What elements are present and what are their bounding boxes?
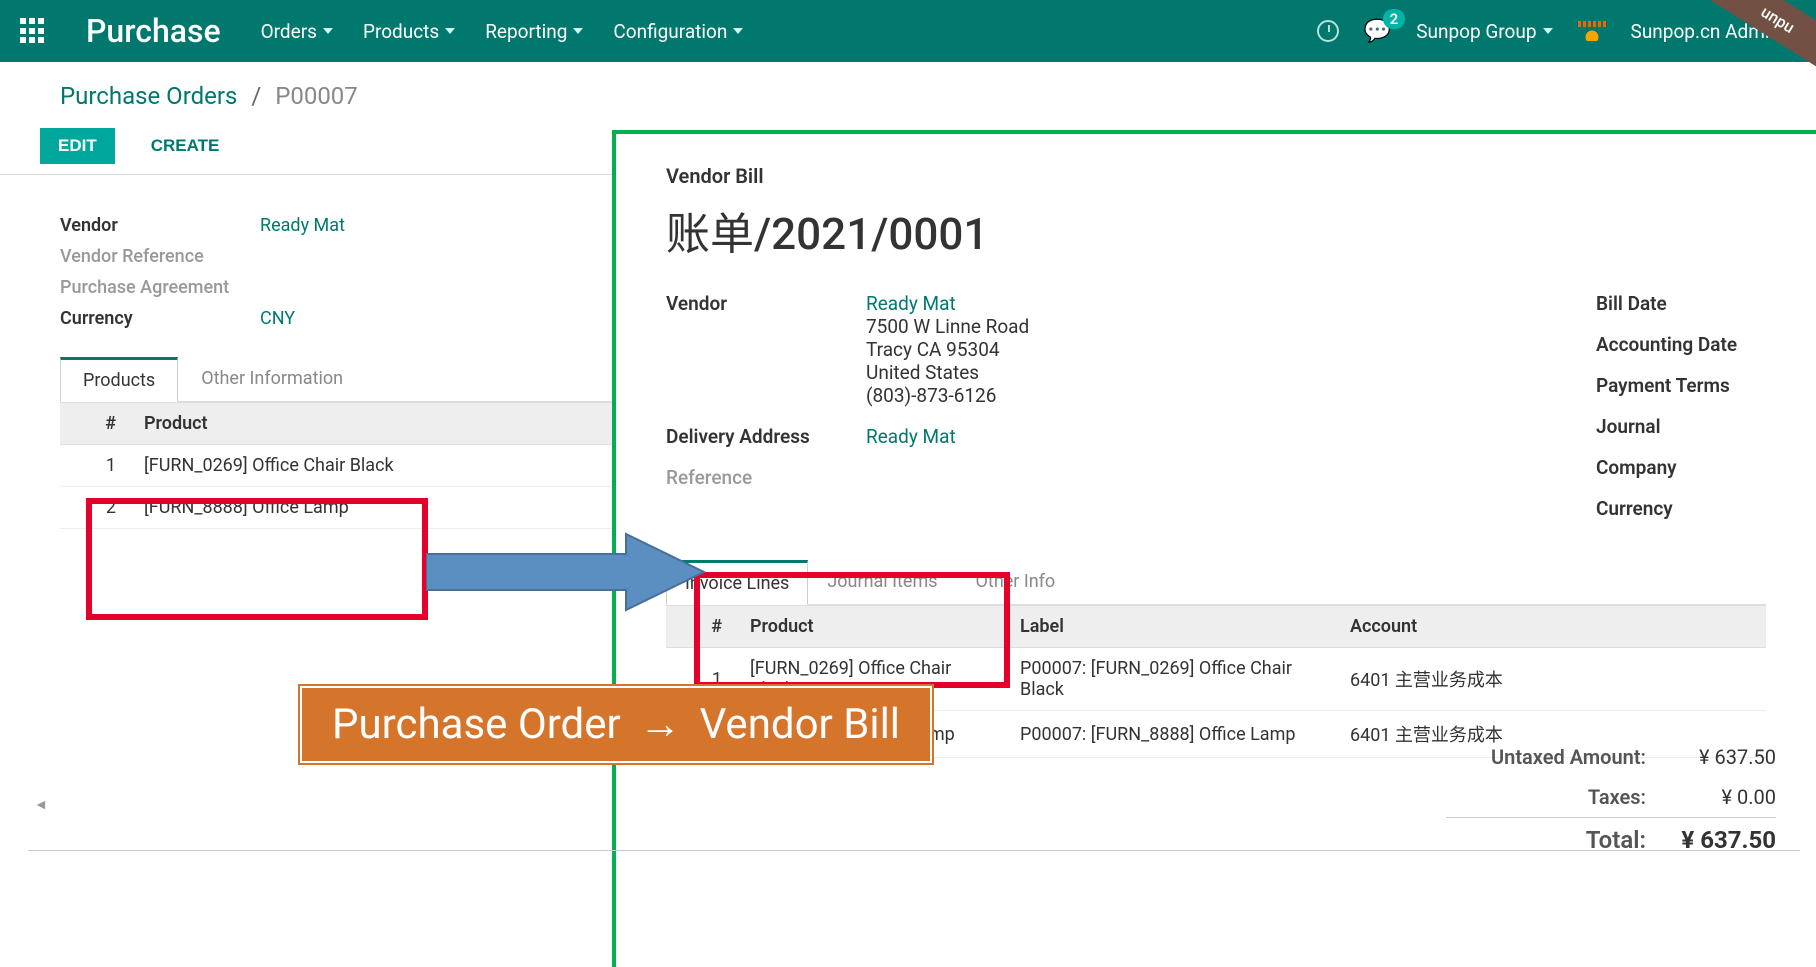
create-button[interactable]: CREATE xyxy=(133,128,238,164)
chevron-down-icon xyxy=(445,28,455,34)
breadcrumb-sep: / xyxy=(251,82,261,110)
bill-vendor-addr1: 7500 W Linne Road xyxy=(866,315,1029,338)
divider xyxy=(28,850,1800,851)
bill-vendor-label: Vendor xyxy=(666,292,866,407)
totals-section: Untaxed Amount:¥ 637.50 Taxes:¥ 0.00 Tot… xyxy=(1446,737,1776,862)
row-num: 1 xyxy=(60,445,130,487)
arrow-right-icon: → xyxy=(639,700,681,749)
bill-heading: Vendor Bill xyxy=(666,164,1766,188)
bill-vendor-link[interactable]: Ready Mat xyxy=(866,292,956,315)
bill-vendor-addr2: Tracy CA 95304 xyxy=(866,338,1000,361)
breadcrumb-current: P00007 xyxy=(275,82,358,110)
notification-badge: 2 xyxy=(1383,9,1406,29)
row-label: P00007: [FURN_0269] Office Chair Black xyxy=(1006,648,1336,711)
top-navbar: Purchase Orders Products Reporting Confi… xyxy=(0,0,1816,62)
row-account: 6401 主营业务成本 xyxy=(1336,648,1766,711)
menu-label: Orders xyxy=(261,20,317,43)
vendor-value[interactable]: Ready Mat xyxy=(260,215,345,236)
bill-title: 账单/2021/0001 xyxy=(666,198,1766,262)
chevron-down-icon xyxy=(573,28,583,34)
untaxed-value: ¥ 637.50 xyxy=(1646,745,1776,769)
content-area: Purchase Orders / P00007 EDIT CREATE Pri… xyxy=(0,62,1816,967)
menu-reporting[interactable]: Reporting xyxy=(485,20,583,43)
menu-label: Reporting xyxy=(485,20,567,43)
reference-label: Reference xyxy=(666,466,866,489)
bill-currency-label: Currency xyxy=(1596,497,1766,520)
logo-icon xyxy=(1578,21,1606,41)
company-label: Company xyxy=(1596,456,1766,479)
row-label: P00007: [FURN_8888] Office Lamp xyxy=(1006,711,1336,758)
menu-configuration[interactable]: Configuration xyxy=(613,20,743,43)
taxes-label: Taxes: xyxy=(1446,785,1646,809)
accounting-date-label: Accounting Date xyxy=(1596,333,1766,356)
tab-other-information[interactable]: Other Information xyxy=(178,357,366,401)
company-switcher[interactable]: Sunpop Group xyxy=(1416,20,1552,43)
bill-col-account: Account xyxy=(1336,606,1766,648)
chevron-down-icon xyxy=(1543,28,1553,34)
apps-icon[interactable] xyxy=(20,18,46,44)
bill-vendor-phone: (803)-873-6126 xyxy=(866,384,996,407)
currency-label: Currency xyxy=(60,308,260,329)
vendor-ref-label: Vendor Reference xyxy=(60,246,260,267)
banner-left: Purchase Order xyxy=(332,700,621,749)
annotation-banner: Purchase Order → Vendor Bill xyxy=(300,686,932,763)
untaxed-label: Untaxed Amount: xyxy=(1446,745,1646,769)
chevron-down-icon xyxy=(323,28,333,34)
tab-journal-items[interactable]: Journal Items xyxy=(808,560,956,604)
row-num: 2 xyxy=(60,487,130,529)
edit-button[interactable]: EDIT xyxy=(40,128,115,164)
bill-col-label: Label xyxy=(1006,606,1336,648)
chevron-down-icon xyxy=(733,28,743,34)
menu-orders[interactable]: Orders xyxy=(261,20,333,43)
journal-label: Journal xyxy=(1596,415,1766,438)
vendor-label: Vendor xyxy=(60,215,260,236)
col-num: # xyxy=(60,403,130,445)
currency-value[interactable]: CNY xyxy=(260,308,295,329)
taxes-value: ¥ 0.00 xyxy=(1646,785,1776,809)
main-menu: Orders Products Reporting Configuration xyxy=(261,20,744,43)
purchase-agreement-label: Purchase Agreement xyxy=(60,277,260,298)
payment-terms-label: Payment Terms xyxy=(1596,374,1766,397)
arrow-icon xyxy=(426,532,706,612)
banner-right: Vendor Bill xyxy=(700,700,900,749)
app-brand[interactable]: Purchase xyxy=(86,12,221,50)
activity-icon[interactable] xyxy=(1317,20,1339,42)
breadcrumb: Purchase Orders / P00007 xyxy=(0,62,1816,118)
bill-vendor-addr3: United States xyxy=(866,361,979,384)
bill-tabs: Invoice Lines Journal Items Other Info xyxy=(666,560,1766,605)
delivery-link[interactable]: Ready Mat xyxy=(866,425,956,448)
menu-label: Products xyxy=(363,20,439,43)
bill-col-product: Product xyxy=(736,606,1006,648)
tab-products[interactable]: Products xyxy=(60,357,178,402)
delivery-label: Delivery Address xyxy=(666,425,866,448)
menu-products[interactable]: Products xyxy=(363,20,455,43)
messages-button[interactable]: 💬 2 xyxy=(1364,19,1391,44)
navbar-right: 💬 2 Sunpop Group Sunpop.cn Admin xyxy=(1317,19,1796,44)
breadcrumb-root[interactable]: Purchase Orders xyxy=(60,82,237,110)
company-name: Sunpop Group xyxy=(1416,20,1536,43)
bill-date-label: Bill Date xyxy=(1596,292,1766,315)
menu-label: Configuration xyxy=(613,20,727,43)
tab-other-info[interactable]: Other Info xyxy=(957,560,1075,604)
scroll-left-icon[interactable]: ◄ xyxy=(34,796,48,813)
